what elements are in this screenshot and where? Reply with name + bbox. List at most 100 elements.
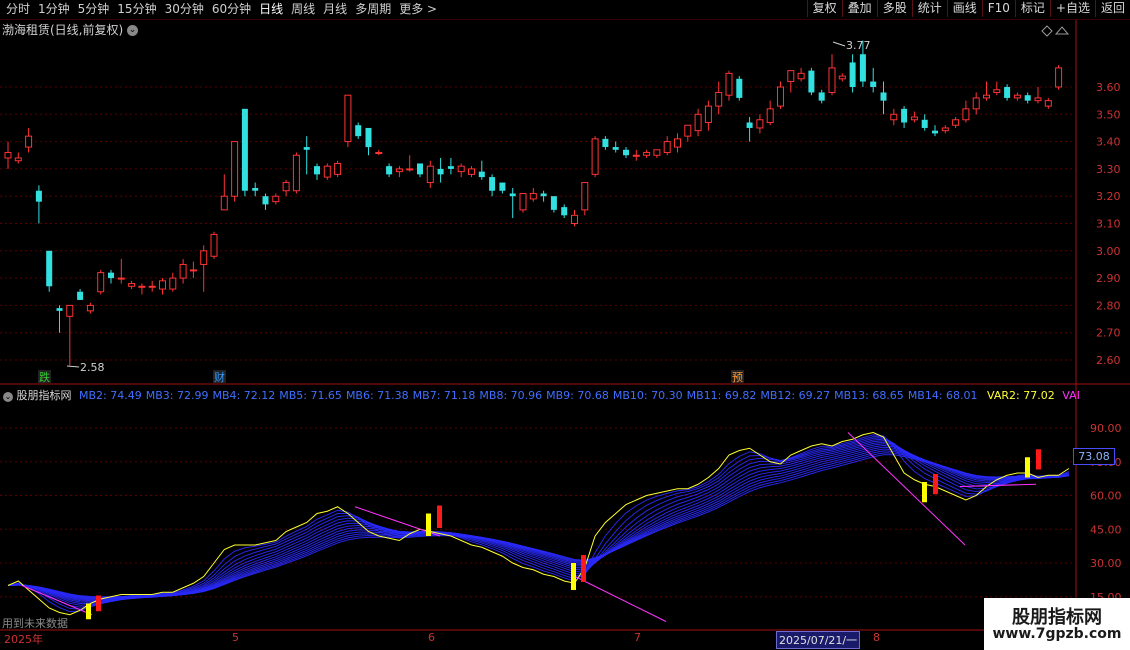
- mb-line: [7, 444, 1069, 601]
- candle-body: [1024, 95, 1031, 101]
- mb-value: MB4: 72.12: [212, 389, 276, 402]
- candle-body: [210, 233, 218, 257]
- mb-value: MB14: 68.01: [907, 389, 978, 402]
- candle-body: [859, 54, 866, 82]
- candle-body: [591, 138, 599, 175]
- candle-body: [509, 193, 516, 197]
- candle-body: [643, 152, 651, 156]
- high-pointer: [832, 41, 846, 47]
- price-tick-label: 2.90: [1096, 272, 1121, 285]
- future-data-notice: 用到未来数据: [2, 617, 68, 630]
- var3-label: VAR3: [1062, 389, 1079, 402]
- mb-value: MB11: 69.82: [686, 389, 757, 402]
- mb-value: MB10: 70.30: [612, 389, 683, 402]
- candle-body: [849, 62, 856, 87]
- candle-body: [962, 108, 970, 121]
- kline-chart-canvas[interactable]: 3.60 3.50 3.40 3.30 3.20 3.10 3.00 2.90 2.80 2.70…: [0, 0, 1130, 650]
- candle-body: [426, 165, 434, 184]
- candle-body: [838, 75, 846, 80]
- candle-body: [4, 152, 12, 159]
- candle-body: [797, 72, 805, 80]
- date-label-august: 8: [873, 631, 880, 644]
- candle-body: [77, 291, 84, 300]
- candle-body: [447, 166, 454, 169]
- candle-body: [169, 277, 177, 290]
- candle-body: [148, 285, 156, 288]
- price-tick-label: 2.80: [1096, 299, 1121, 312]
- signal-bar-yellow: [1025, 457, 1030, 478]
- indicator-tick-label: 30.00: [1090, 557, 1122, 570]
- candle-body: [540, 193, 547, 197]
- candle-body: [519, 192, 527, 211]
- date-label-june: 6: [428, 631, 435, 644]
- mb-value: MB7: 71.18: [412, 389, 476, 402]
- mb-value: MB9: 70.68: [546, 389, 609, 402]
- high-price-label: 3.77: [846, 39, 871, 52]
- var3-line: [574, 576, 667, 622]
- mb-line: [7, 436, 1070, 610]
- candle-body: [612, 147, 619, 150]
- mb-values: MB2: 74.49 MB3: 72.99 MB4: 72.12 MB5: 71.65…: [75, 389, 978, 402]
- candle-body: [828, 67, 836, 93]
- low-pointer: [66, 365, 80, 368]
- candle-body: [406, 168, 414, 171]
- price-tick-label: 3.00: [1096, 245, 1121, 258]
- price-tick-label: 2.70: [1096, 327, 1121, 340]
- candle-body: [746, 122, 753, 128]
- candle-body: [499, 182, 506, 191]
- price-tick-label: 3.60: [1096, 81, 1121, 94]
- candle-body: [561, 207, 568, 216]
- indicator-tick-label: 60.00: [1090, 490, 1122, 503]
- candle-body: [159, 280, 166, 290]
- candle-body: [489, 177, 496, 191]
- signal-bar-yellow: [86, 603, 91, 620]
- event-marker: 跌: [39, 370, 50, 384]
- signal-bar-yellow: [571, 563, 576, 590]
- candle-body: [386, 166, 393, 175]
- event-marker: 预: [732, 371, 743, 384]
- triangle-icon: [1054, 26, 1070, 35]
- mb-line: [7, 452, 1069, 598]
- signal-bar-red: [1036, 449, 1041, 470]
- candle-body: [952, 119, 960, 126]
- candle-body: [46, 250, 53, 287]
- candle-body: [189, 269, 197, 272]
- candle-body: [993, 89, 1001, 93]
- candle-body: [138, 285, 146, 288]
- candle-body: [632, 154, 640, 157]
- mb-line: [7, 454, 1069, 598]
- candle-body: [818, 92, 825, 101]
- candle-body: [303, 147, 310, 150]
- candle-body: [725, 72, 733, 96]
- cursor-date: 2025/07/21/一: [776, 631, 861, 649]
- candle-body: [880, 92, 887, 101]
- chevron-down-icon[interactable]: ⌄: [3, 392, 13, 402]
- candle-body: [437, 168, 444, 175]
- candle-body: [355, 125, 362, 137]
- candle-body: [623, 149, 629, 156]
- candle-body: [179, 263, 187, 279]
- candle-body: [1044, 100, 1052, 107]
- candle-body: [901, 108, 908, 123]
- candle-body: [571, 214, 578, 224]
- mb-line: [7, 438, 1070, 606]
- candle-body: [220, 195, 228, 211]
- date-label-year: 2025年: [4, 633, 43, 646]
- candle-body: [529, 192, 537, 200]
- mb-value: MB5: 71.65: [279, 389, 342, 402]
- candle-body: [653, 149, 661, 156]
- signal-bar-red: [437, 505, 442, 528]
- mb-value: MB12: 69.27: [760, 389, 831, 402]
- var2-label: VAR2: 77.02: [987, 389, 1055, 402]
- indicator-name[interactable]: 股朋指标网: [17, 389, 72, 402]
- event-marker: 财: [214, 370, 225, 384]
- candle-body: [602, 138, 609, 148]
- low-price-label: 2.58: [80, 361, 105, 374]
- current-value-box: 73.08: [1073, 448, 1115, 465]
- indicator-title-bar: ⌄ 股朋指标网 MB2: 74.49 MB3: 72.99 MB4: 72.12 MB…: [3, 387, 1079, 403]
- candle-body: [1004, 87, 1011, 98]
- signal-bar-yellow: [426, 513, 431, 536]
- date-label-july: 7: [634, 631, 641, 644]
- candle-body: [1034, 97, 1042, 102]
- candle-body: [1013, 94, 1021, 99]
